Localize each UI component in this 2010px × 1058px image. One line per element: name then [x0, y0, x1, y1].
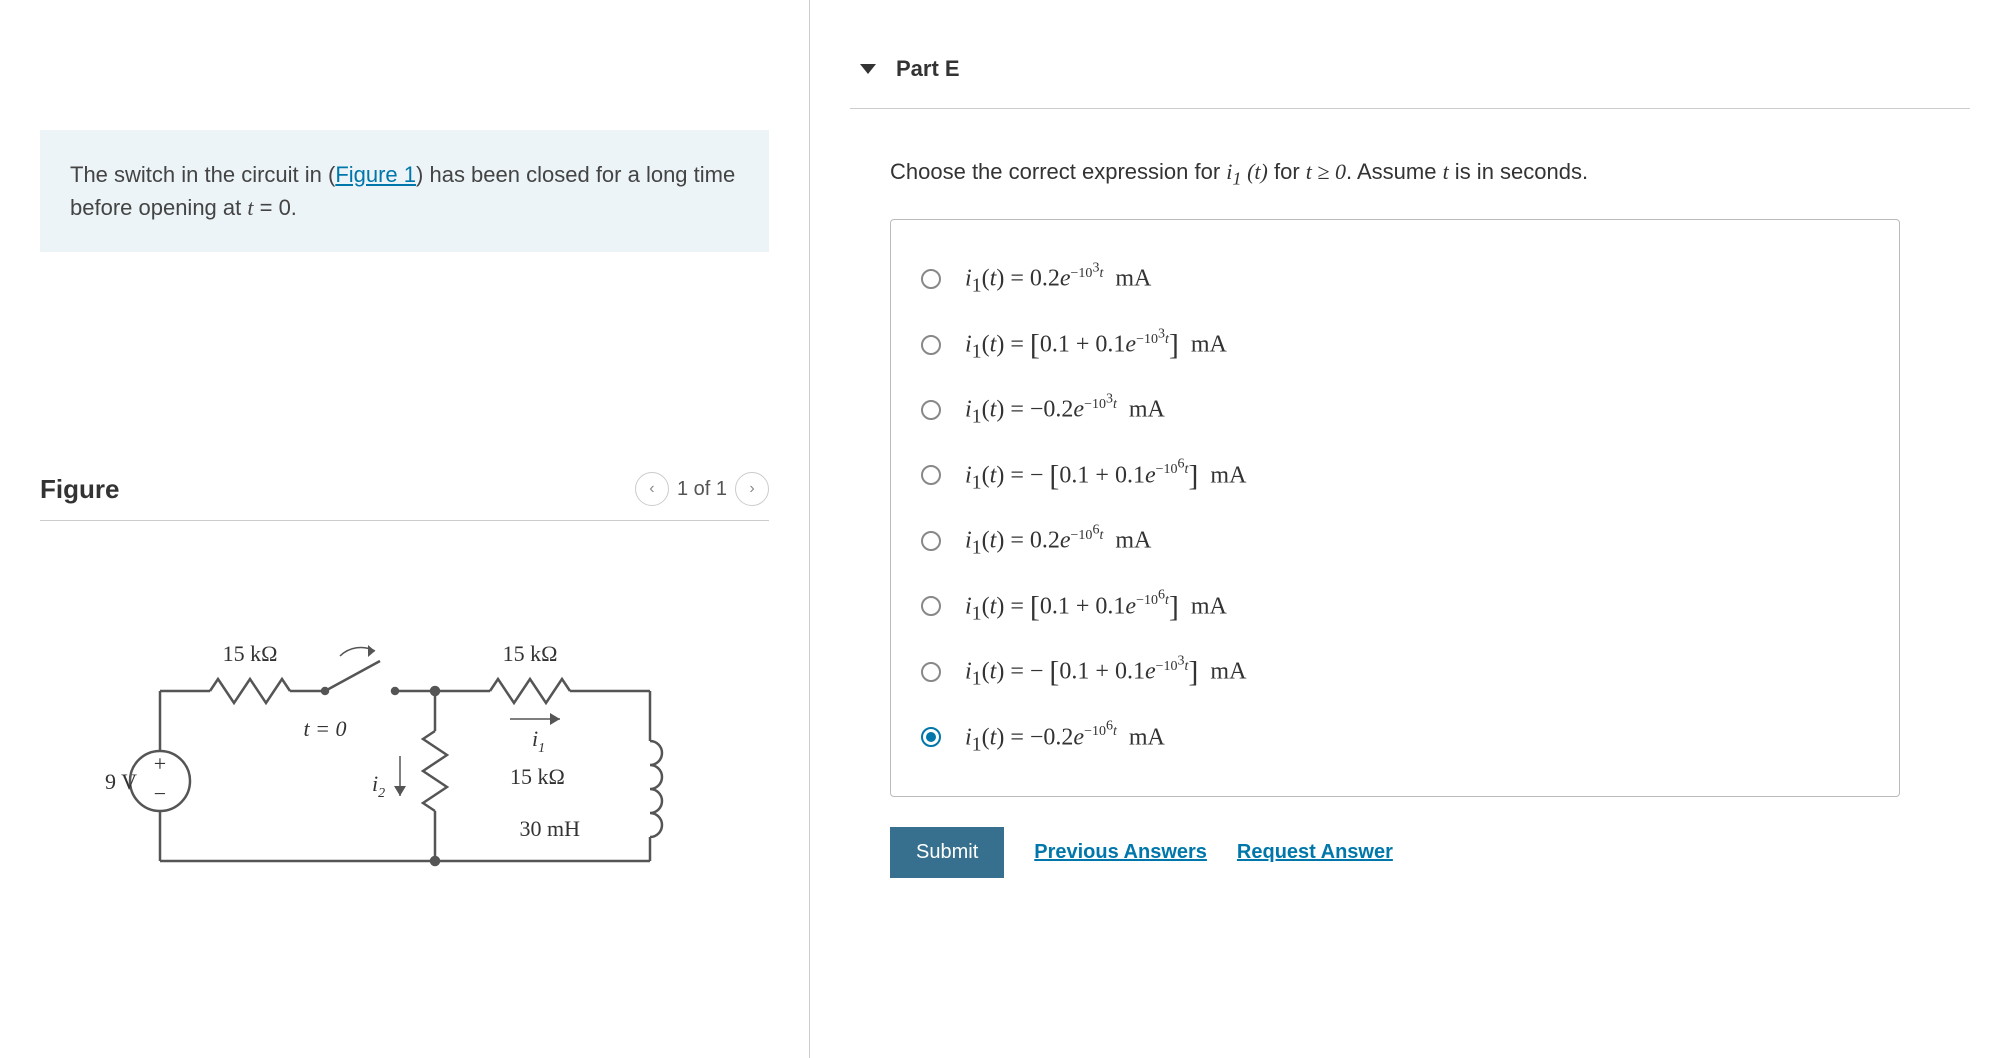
option-1-expr: i1(t) = 0.2e−103t mA: [965, 260, 1151, 297]
app-container: The switch in the circuit in (Figure 1) …: [0, 0, 2010, 1058]
i1-label: i1: [532, 726, 545, 756]
q-prefix: Choose the correct expression for: [890, 159, 1226, 184]
option-7[interactable]: i1(t) = − [0.1 + 0.1e−103t] mA: [921, 639, 1869, 704]
question-text: Choose the correct expression for i1 (t)…: [890, 159, 1970, 189]
option-5-expr: i1(t) = 0.2e−106t mA: [965, 522, 1151, 559]
options-box: i1(t) = 0.2e−103t mA i1(t) = [0.1 + 0.1e…: [890, 219, 1900, 797]
r2-label: 15 kΩ: [503, 641, 558, 666]
left-panel: The switch in the circuit in (Figure 1) …: [0, 0, 810, 1058]
option-7-expr: i1(t) = − [0.1 + 0.1e−103t] mA: [965, 653, 1246, 690]
r3-label: 15 kΩ: [510, 764, 565, 789]
option-3[interactable]: i1(t) = −0.2e−103t mA: [921, 377, 1869, 442]
option-2[interactable]: i1(t) = [0.1 + 0.1e−103t] mA: [921, 312, 1869, 377]
option-8[interactable]: i1(t) = −0.2e−106t mA: [921, 705, 1869, 770]
option-6-expr: i1(t) = [0.1 + 0.1e−106t] mA: [965, 588, 1227, 625]
option-2-expr: i1(t) = [0.1 + 0.1e−103t] mA: [965, 326, 1227, 363]
radio-icon: [921, 596, 941, 616]
radio-icon: [921, 269, 941, 289]
request-answer-link[interactable]: Request Answer: [1237, 841, 1393, 864]
option-4[interactable]: i1(t) = − [0.1 + 0.1e−106t] mA: [921, 443, 1869, 508]
radio-icon: [921, 335, 941, 355]
l-label: 30 mH: [520, 816, 581, 841]
svg-text:+: +: [154, 751, 166, 776]
t0-label: t = 0: [304, 716, 347, 741]
caret-down-icon: [860, 64, 876, 74]
q-end: is in seconds.: [1449, 159, 1588, 184]
q-cond: t ≥ 0: [1306, 159, 1346, 184]
figure-link[interactable]: Figure 1: [335, 162, 416, 187]
option-8-expr: i1(t) = −0.2e−106t mA: [965, 719, 1165, 756]
figure-header: Figure ‹ 1 of 1 ›: [40, 472, 769, 521]
problem-text-1: The switch in the circuit in (: [70, 162, 335, 187]
option-5[interactable]: i1(t) = 0.2e−106t mA: [921, 508, 1869, 573]
option-1[interactable]: i1(t) = 0.2e−103t mA: [921, 246, 1869, 311]
problem-statement: The switch in the circuit in (Figure 1) …: [40, 130, 769, 252]
radio-icon: [921, 727, 941, 747]
option-4-expr: i1(t) = − [0.1 + 0.1e−106t] mA: [965, 457, 1246, 494]
radio-icon: [921, 400, 941, 420]
part-title: Part E: [896, 56, 960, 82]
radio-icon: [921, 465, 941, 485]
vs-label: 9 V: [105, 769, 137, 794]
radio-icon: [921, 531, 941, 551]
q-mid: for: [1268, 159, 1306, 184]
option-6[interactable]: i1(t) = [0.1 + 0.1e−106t] mA: [921, 574, 1869, 639]
figure-next-button[interactable]: ›: [735, 472, 769, 506]
q-suffix: . Assume: [1346, 159, 1443, 184]
q-var: i1 (t): [1226, 159, 1268, 184]
figure-title: Figure: [40, 474, 119, 505]
previous-answers-link[interactable]: Previous Answers: [1034, 841, 1207, 864]
radio-icon: [921, 662, 941, 682]
right-panel: Part E Choose the correct expression for…: [810, 0, 2010, 1058]
action-row: Submit Previous Answers Request Answer: [890, 827, 1970, 878]
figure-prev-button[interactable]: ‹: [635, 472, 669, 506]
option-3-expr: i1(t) = −0.2e−103t mA: [965, 391, 1165, 428]
svg-text:−: −: [154, 781, 166, 806]
i2-label: i2: [372, 771, 385, 801]
problem-eq-zero: = 0.: [254, 195, 297, 220]
submit-button[interactable]: Submit: [890, 827, 1004, 878]
figure-area: + − 15 kΩ 15 kΩ 15 kΩ 9 V 30 mH t = 0 i1…: [40, 601, 769, 937]
part-header[interactable]: Part E: [850, 30, 1970, 109]
r1-label: 15 kΩ: [223, 641, 278, 666]
circuit-diagram: + − 15 kΩ 15 kΩ 15 kΩ 9 V 30 mH t = 0 i1…: [100, 601, 720, 931]
figure-pager: ‹ 1 of 1 ›: [635, 472, 769, 506]
figure-pager-text: 1 of 1: [677, 478, 727, 501]
